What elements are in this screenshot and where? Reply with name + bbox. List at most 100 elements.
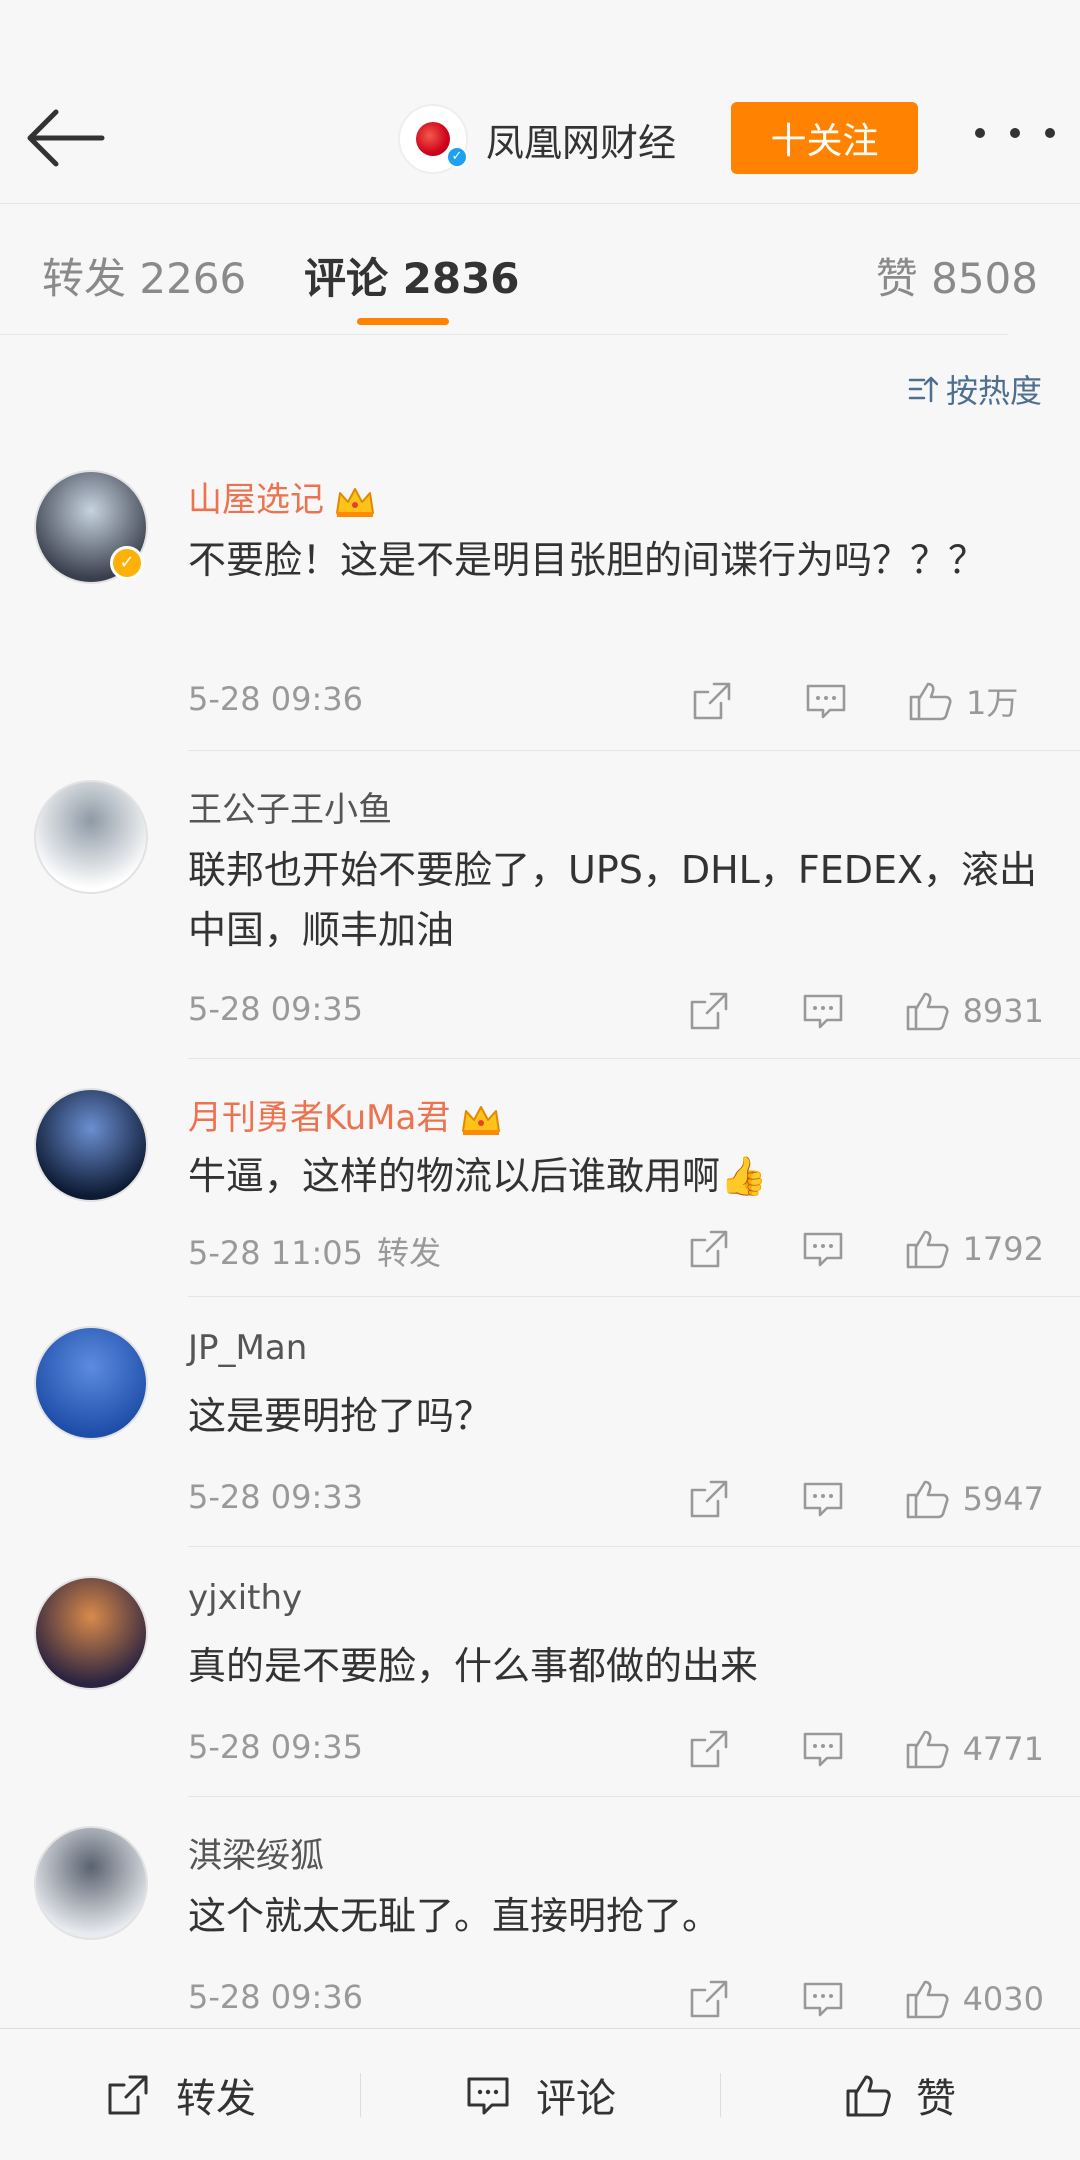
account-avatar[interactable]: ✓ <box>398 104 468 174</box>
comment-username[interactable]: yjxithy <box>188 1578 302 1618</box>
reply-comment-icon[interactable] <box>804 679 848 723</box>
repost-comment-icon[interactable] <box>687 1477 731 1521</box>
back-arrow-icon[interactable] <box>26 108 106 168</box>
comment-button[interactable]: 评论 <box>360 2029 720 2160</box>
username-text: JP_Man <box>188 1328 308 1368</box>
comment-label: 评论 <box>536 2076 616 2122</box>
repost-label: 转发 <box>176 2076 256 2122</box>
sort-by-hot-button[interactable]: 按热度 <box>908 366 1042 412</box>
user-avatar[interactable] <box>34 1088 148 1202</box>
reply-comment-icon[interactable] <box>801 1977 845 2021</box>
repost-comment-icon[interactable] <box>687 1227 731 1271</box>
repost-comment-icon[interactable] <box>690 679 734 723</box>
top-nav-bar: ✓ 凤凰网财经 十关注 <box>0 0 1080 204</box>
comment-icon <box>467 2077 509 2115</box>
reply-comment-icon[interactable] <box>801 989 845 1033</box>
thumbs-up-icon <box>846 2075 891 2117</box>
comment-like-count: 5947 <box>962 1480 1044 1518</box>
more-options-icon[interactable] <box>975 128 1055 148</box>
comment-text: 真的是不要脸，什么事都做的出来 <box>188 1644 759 1688</box>
divider <box>188 1296 1080 1297</box>
comment-meta: 5-28 11:05 转发 <box>188 1228 441 1274</box>
comment-like-button[interactable]: 5947 <box>905 1477 1044 1521</box>
divider <box>0 334 1008 335</box>
divider <box>188 1546 1080 1547</box>
comment-timestamp: 5-28 09:35 <box>188 990 364 1028</box>
comment-actions: 1792 <box>617 1226 1044 1272</box>
thumbs-up-icon <box>905 1227 949 1271</box>
user-avatar[interactable] <box>34 780 148 894</box>
divider <box>188 1796 1080 1797</box>
bottom-action-bar: 转发 评论 赞 <box>0 2028 1080 2160</box>
comment-like-button[interactable]: 1万 <box>908 678 1044 724</box>
username-text: 淇梁绥狐 <box>188 1836 324 1876</box>
verified-badge-icon: ✓ <box>446 146 468 168</box>
thumbs-up-icon <box>908 679 952 723</box>
comment-like-count: 1792 <box>962 1230 1044 1268</box>
username-text: 山屋选记 <box>188 480 324 520</box>
comment-meta: 5-28 09:35 <box>188 990 363 1028</box>
repost-comment-icon[interactable] <box>687 1977 731 2021</box>
divider <box>188 750 1080 751</box>
comment-actions: 4771 <box>617 1726 1044 1772</box>
follow-button[interactable]: 十关注 <box>731 102 918 174</box>
comment-meta: 5-28 09:36 <box>188 680 363 718</box>
comment-username[interactable]: 王公子王小鱼 <box>188 782 392 831</box>
vip-crown-icon <box>334 485 376 519</box>
user-avatar[interactable] <box>34 1576 148 1690</box>
reply-comment-icon[interactable] <box>801 1227 845 1271</box>
repost-icon <box>108 2075 148 2115</box>
user-avatar[interactable] <box>34 1326 148 1440</box>
comment-like-button[interactable]: 1792 <box>905 1227 1044 1271</box>
comment-actions: 5947 <box>617 1476 1044 1522</box>
comment-username[interactable]: JP_Man <box>188 1328 307 1368</box>
repost-comment-icon[interactable] <box>687 989 731 1033</box>
thumbs-up-icon <box>905 1727 949 1771</box>
comment-username[interactable]: 山屋选记 <box>188 472 376 521</box>
comment-meta: 5-28 09:36 <box>188 1978 363 2016</box>
comment-like-count: 4771 <box>962 1730 1044 1768</box>
thumbs-up-icon <box>905 1977 949 2021</box>
reply-comment-icon[interactable] <box>801 1477 845 1521</box>
post-tabs: 转发 2266 评论 2836 赞 8508 <box>0 205 1080 335</box>
account-name[interactable]: 凤凰网财经 <box>486 112 676 167</box>
like-button[interactable]: 赞 <box>720 2029 1080 2160</box>
divider <box>188 1058 1080 1059</box>
thumbs-up-icon <box>905 989 949 1033</box>
comment-like-count: 8931 <box>962 992 1044 1030</box>
repost-comment-icon[interactable] <box>687 1727 731 1771</box>
comment-like-button[interactable]: 4030 <box>905 1977 1044 2021</box>
reply-comment-icon[interactable] <box>801 1727 845 1771</box>
user-avatar[interactable] <box>34 1826 148 1940</box>
tab-comments[interactable]: 评论 2836 <box>304 245 520 306</box>
ifeng-logo-icon <box>416 122 450 156</box>
tab-reposts[interactable]: 转发 2266 <box>42 245 246 306</box>
comment-like-count: 4030 <box>962 1980 1044 2018</box>
like-label: 赞 <box>916 2076 956 2122</box>
comment-timestamp: 5-28 09:35 <box>188 1728 364 1766</box>
comment-actions: 4030 <box>617 1976 1044 2022</box>
comment-timestamp: 5-28 09:33 <box>188 1478 364 1516</box>
comment-like-button[interactable]: 8931 <box>905 989 1044 1033</box>
tab-likes[interactable]: 赞 8508 <box>876 245 1038 306</box>
repost-tag: 转发 <box>377 1234 442 1272</box>
sort-icon <box>908 376 938 403</box>
vip-crown-icon <box>460 1103 502 1137</box>
sort-label: 按热度 <box>945 372 1042 410</box>
comment-timestamp: 5-28 11:05 <box>188 1234 364 1272</box>
comment-text: 联邦也开始不要脸了，UPS，DHL，FEDEX，滚出中国，顺丰加油 <box>188 848 1038 952</box>
verified-badge-icon: ✓ <box>110 546 144 580</box>
comment-meta: 5-28 09:33 <box>188 1478 363 1516</box>
comment-actions: 1万 <box>620 678 1044 724</box>
comment-timestamp: 5-28 09:36 <box>188 680 364 718</box>
active-tab-indicator <box>357 318 449 325</box>
comment-username[interactable]: 月刊勇者KuMa君 <box>188 1090 502 1139</box>
username-text: yjxithy <box>188 1578 303 1618</box>
comment-username[interactable]: 淇梁绥狐 <box>188 1828 324 1877</box>
repost-button[interactable]: 转发 <box>0 2029 360 2160</box>
comment-text: 这个就太无耻了。直接明抢了。 <box>188 1894 721 1938</box>
username-text: 王公子王小鱼 <box>188 790 392 830</box>
comment-timestamp: 5-28 09:36 <box>188 1978 364 2016</box>
comment-meta: 5-28 09:35 <box>188 1728 363 1766</box>
comment-like-button[interactable]: 4771 <box>905 1727 1044 1771</box>
